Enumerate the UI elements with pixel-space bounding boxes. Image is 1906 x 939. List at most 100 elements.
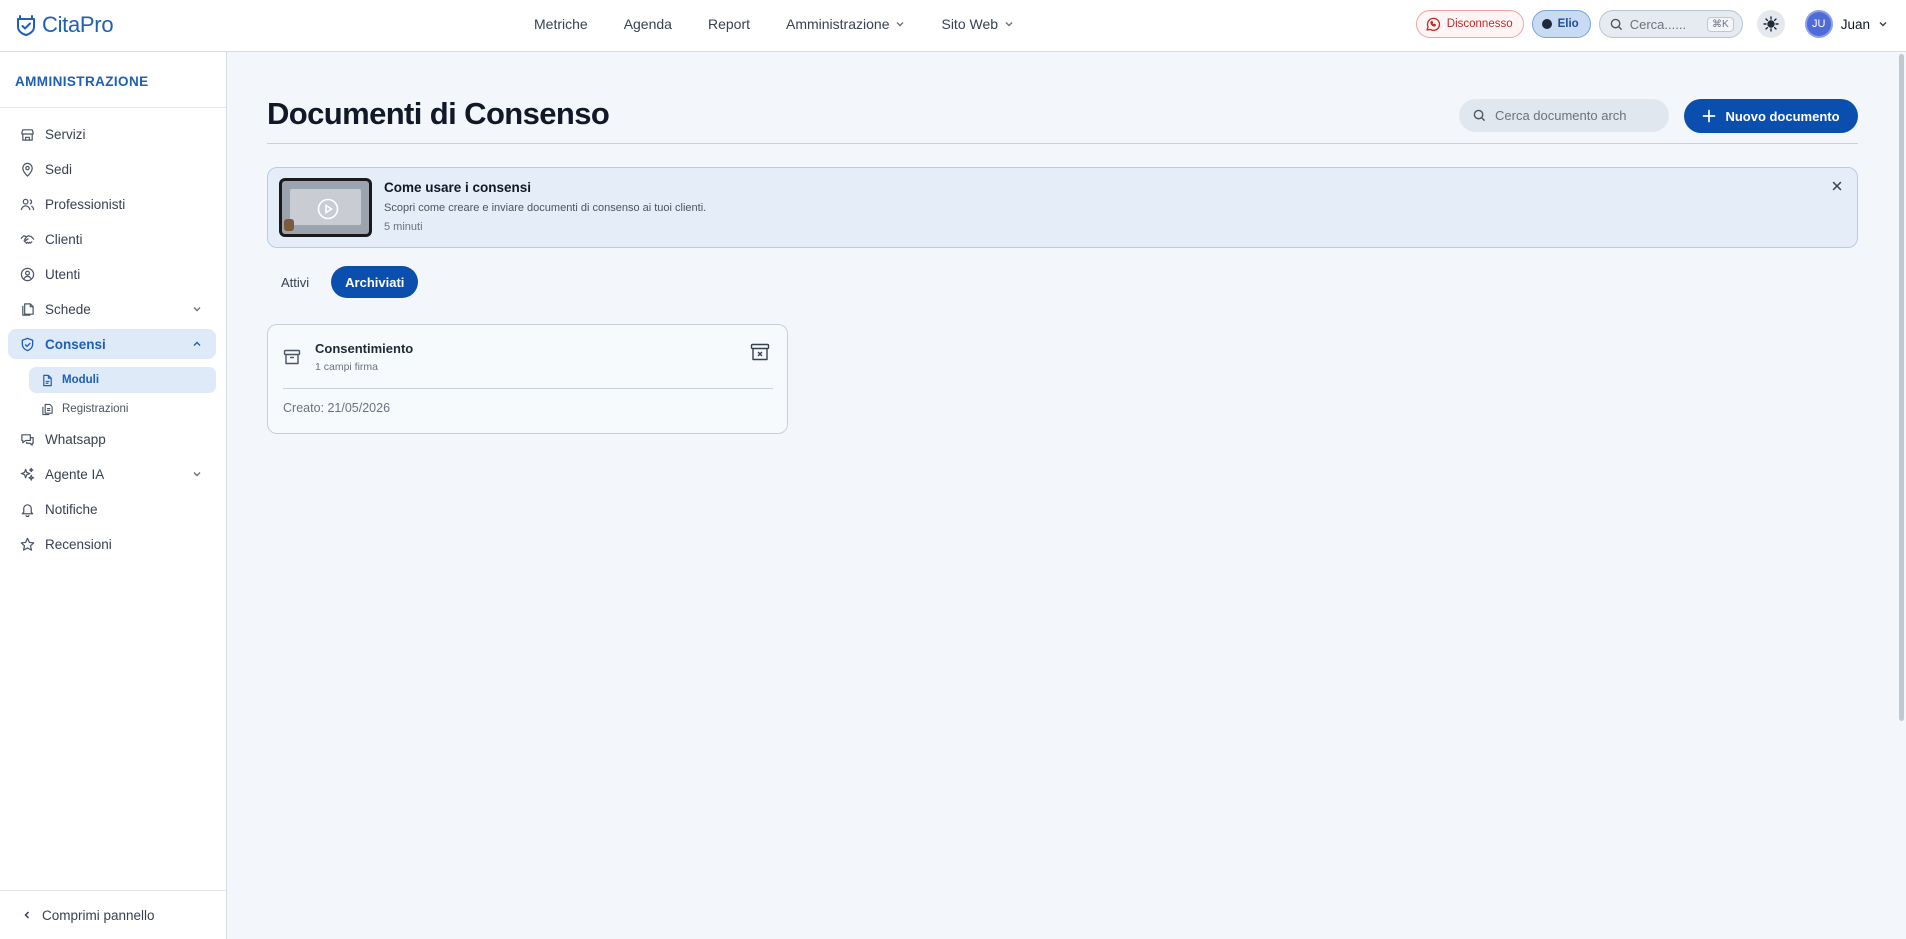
plus-icon (1703, 109, 1716, 123)
archive-x-icon (750, 343, 770, 361)
video-thumbnail[interactable] (279, 178, 372, 237)
nav-label: Agenda (623, 16, 672, 32)
sidebar-item-label: Sedi (45, 161, 73, 177)
global-search[interactable]: Cerca...... ⌘K (1598, 10, 1743, 38)
sidebar-item-utenti[interactable]: Utenti (8, 259, 216, 289)
sidebar-item-label: Consensi (45, 336, 106, 352)
file-icon (43, 374, 52, 386)
sidebar-item-label: Recensioni (45, 536, 112, 552)
nav-label: Metriche (534, 16, 588, 32)
map-pin-icon (22, 162, 33, 177)
chevron-down-icon (1005, 22, 1013, 27)
sidebar-section-title: AMMINISTRAZIONE (15, 74, 149, 89)
sidebar-item-label: Agente IA (45, 466, 105, 482)
sidebar: AMMINISTRAZIONE Servizi Sedi Professioni… (0, 52, 227, 939)
sidebar-item-label: Notifiche (45, 501, 98, 517)
banner-description: Scopri come creare e inviare documenti d… (384, 202, 707, 214)
sidebar-item-label: Whatsapp (45, 431, 106, 447)
user-menu[interactable]: JU Juan (1804, 10, 1888, 38)
sidebar-item-clienti[interactable]: Clienti (8, 224, 216, 254)
assistant-pill[interactable]: Elio (1531, 10, 1591, 38)
card-divider (283, 388, 773, 389)
title-divider (267, 143, 1858, 144)
document-signature-count: 1 campi firma (315, 361, 379, 373)
document-search-placeholder: Cerca documento arch (1495, 108, 1627, 123)
nav-label: Report (707, 16, 750, 32)
chevron-left-icon (24, 911, 30, 919)
document-search-input[interactable]: Cerca documento arch (1459, 99, 1669, 132)
copy-icon (42, 403, 53, 415)
shield-check-icon (21, 337, 34, 351)
shortcut-badge: ⌘K (1707, 16, 1734, 32)
banner-duration: 5 minuti (384, 221, 423, 233)
chevron-down-icon (193, 307, 201, 312)
sidebar-item-sedi[interactable]: Sedi (8, 154, 216, 184)
top-right-controls: Disconnesso Elio Cerca...... ⌘K JU Juan (1415, 0, 1888, 48)
document-title: Consentimiento (315, 341, 414, 356)
global-search-placeholder: Cerca...... (1629, 16, 1687, 32)
nav-sito-web[interactable]: Sito Web (941, 16, 1014, 32)
page-scrollbar-thumb[interactable] (1899, 54, 1904, 721)
sidebar-item-label: Servizi (45, 126, 86, 142)
search-icon (1610, 18, 1622, 30)
nav-label: Sito Web (941, 16, 999, 32)
collapse-panel-label: Comprimi pannello (42, 907, 155, 923)
sidebar-item-label: Professionisti (45, 196, 126, 212)
files-icon (22, 302, 34, 316)
assistant-avatar-icon (1541, 19, 1552, 29)
presenter-figure (284, 219, 294, 231)
tab-archiviati[interactable]: Archiviati (331, 266, 419, 298)
users-icon (20, 198, 35, 210)
new-document-button[interactable]: Nuovo documento (1684, 99, 1858, 133)
sidebar-item-notifiche[interactable]: Notifiche (8, 494, 216, 524)
nav-report[interactable]: Report (708, 16, 750, 32)
star-icon (20, 537, 35, 551)
sidebar-item-agente-ia[interactable]: Agente IA (8, 459, 216, 489)
sidebar-item-professionisti[interactable]: Professionisti (8, 189, 216, 219)
assistant-name: Elio (1557, 18, 1579, 30)
collapse-panel-button[interactable]: Comprimi pannello (0, 890, 226, 939)
bell-icon (21, 503, 34, 517)
new-document-label: Nuovo documento (1725, 108, 1840, 124)
sidebar-item-recensioni[interactable]: Recensioni (8, 529, 216, 559)
user-circle-icon (20, 267, 35, 281)
brand-name: CitaPro (42, 12, 114, 37)
sidebar-item-label: Clienti (45, 231, 83, 247)
nav-label: Amministrazione (786, 16, 890, 32)
avatar: JU (1804, 10, 1833, 38)
whatsapp-status-pill[interactable]: Disconnesso (1415, 10, 1524, 38)
app-logo[interactable]: CitaPro (14, 10, 114, 40)
connection-status-text: Disconnesso (1446, 18, 1513, 30)
page-title: Documenti di Consenso (267, 96, 610, 131)
user-name: Juan (1840, 16, 1870, 32)
nav-agenda[interactable]: Agenda (624, 16, 672, 32)
theme-toggle-button[interactable] (1756, 10, 1785, 38)
sidebar-item-servizi[interactable]: Servizi (8, 119, 216, 149)
sidebar-subitem-registrazioni[interactable]: Registrazioni (29, 396, 216, 422)
document-created-date: Creato: 21/05/2026 (283, 401, 391, 415)
chevron-down-icon (193, 472, 201, 477)
sidebar-item-label: Utenti (45, 266, 81, 282)
sidebar-item-consensi[interactable]: Consensi (8, 329, 216, 359)
status-tabs: Attivi Archiviati (267, 266, 419, 298)
sidebar-subitem-label: Registrazioni (62, 403, 129, 415)
chevron-up-icon (193, 341, 201, 346)
banner-title: Come usare i consensi (384, 180, 532, 195)
unarchive-button[interactable] (750, 342, 770, 362)
store-icon (21, 128, 34, 141)
sparkles-icon (20, 467, 35, 481)
main-nav: Metriche Agenda Report Amministrazione S… (534, 0, 1014, 48)
sidebar-divider (0, 107, 226, 108)
top-bar: CitaPro Metriche Agenda Report Amministr… (0, 0, 1906, 52)
sidebar-item-whatsapp[interactable]: Whatsapp (8, 424, 216, 454)
nav-amministrazione[interactable]: Amministrazione (786, 16, 905, 32)
sidebar-item-schede[interactable]: Schede (8, 294, 216, 324)
sidebar-subitem-moduli[interactable]: Moduli (29, 367, 216, 393)
play-icon (317, 198, 339, 220)
tab-attivi[interactable]: Attivi (267, 266, 323, 298)
handshake-icon (20, 234, 35, 244)
nav-metriche[interactable]: Metriche (534, 16, 588, 32)
archive-icon (283, 349, 301, 365)
banner-close-button[interactable] (1829, 178, 1845, 194)
document-card[interactable]: Consentimiento 1 campi firma Creato: 21/… (267, 324, 788, 434)
